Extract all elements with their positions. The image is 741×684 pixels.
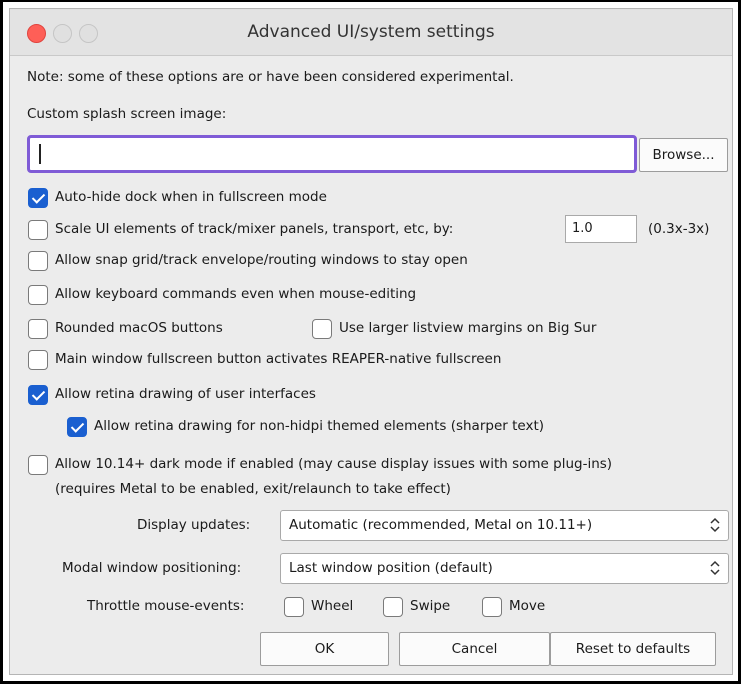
fullscreen-button-label: Main window fullscreen button activates … [55, 351, 502, 367]
autohide-dock-checkbox[interactable] [28, 188, 48, 208]
zoom-window-button[interactable] [79, 24, 98, 43]
frame-border-top [0, 0, 741, 2]
browse-button[interactable]: Browse... [639, 138, 728, 172]
close-window-button[interactable] [27, 24, 46, 43]
modal-positioning-select[interactable]: Last window position (default) [280, 553, 729, 584]
splash-label: Custom splash screen image: [27, 106, 227, 122]
fullscreen-button-checkbox[interactable] [28, 350, 48, 370]
throttle-move-checkbox[interactable] [482, 597, 502, 617]
retina-drawing-checkbox[interactable] [28, 385, 48, 405]
dark-mode-label: Allow 10.14+ dark mode if enabled (may c… [55, 456, 613, 472]
scale-ui-label: Scale UI elements of track/mixer panels,… [55, 221, 454, 237]
rounded-buttons-checkbox[interactable] [28, 319, 48, 339]
modal-positioning-value: Last window position (default) [289, 560, 493, 576]
snap-grid-checkbox[interactable] [28, 251, 48, 271]
retina-nonhidpi-label: Allow retina drawing for non-hidpi theme… [94, 418, 545, 434]
throttle-swipe-checkbox[interactable] [383, 597, 403, 617]
throttle-label: Throttle mouse-events: [87, 598, 245, 614]
updown-chevron-icon [710, 560, 720, 576]
experimental-note: Note: some of these options are or have … [27, 69, 514, 85]
keyboard-commands-checkbox[interactable] [28, 285, 48, 305]
retina-nonhidpi-checkbox[interactable] [67, 417, 87, 437]
scale-ui-range: (0.3x-3x) [648, 221, 710, 237]
display-updates-select[interactable]: Automatic (recommended, Metal on 10.11+) [280, 510, 729, 541]
keyboard-commands-label: Allow keyboard commands even when mouse-… [55, 286, 417, 302]
minimize-window-button[interactable] [53, 24, 72, 43]
cancel-button[interactable]: Cancel [399, 632, 550, 666]
larger-margins-checkbox[interactable] [312, 319, 332, 339]
display-updates-value: Automatic (recommended, Metal on 10.11+) [289, 517, 593, 533]
reset-defaults-button[interactable]: Reset to defaults [550, 632, 716, 666]
window-title: Advanced UI/system settings [247, 22, 495, 42]
scale-ui-checkbox[interactable] [28, 220, 48, 240]
rounded-buttons-label: Rounded macOS buttons [55, 320, 223, 336]
scale-ui-value: 1.0 [572, 221, 593, 236]
throttle-wheel-checkbox[interactable] [284, 597, 304, 617]
autohide-dock-label: Auto-hide dock when in fullscreen mode [55, 189, 327, 205]
scale-ui-input[interactable]: 1.0 [565, 215, 637, 243]
retina-drawing-label: Allow retina drawing of user interfaces [55, 386, 316, 402]
throttle-swipe-label: Swipe [410, 598, 451, 614]
text-caret [39, 144, 41, 164]
updown-chevron-icon [710, 517, 720, 533]
frame-border-left [0, 0, 3, 684]
dark-mode-checkbox[interactable] [28, 455, 48, 475]
modal-positioning-label: Modal window positioning: [62, 560, 242, 576]
dark-mode-sublabel: (requires Metal to be enabled, exit/rela… [55, 481, 451, 497]
title-bar: Advanced UI/system settings [10, 9, 732, 56]
throttle-move-label: Move [509, 598, 546, 614]
display-updates-label: Display updates: [137, 517, 251, 533]
throttle-wheel-label: Wheel [311, 598, 354, 614]
larger-margins-label: Use larger listview margins on Big Sur [339, 320, 597, 336]
snap-grid-label: Allow snap grid/track envelope/routing w… [55, 252, 468, 268]
splash-image-input[interactable] [27, 135, 637, 173]
settings-window: Advanced UI/system settings Note: some o… [9, 8, 733, 675]
ok-button[interactable]: OK [260, 632, 389, 666]
